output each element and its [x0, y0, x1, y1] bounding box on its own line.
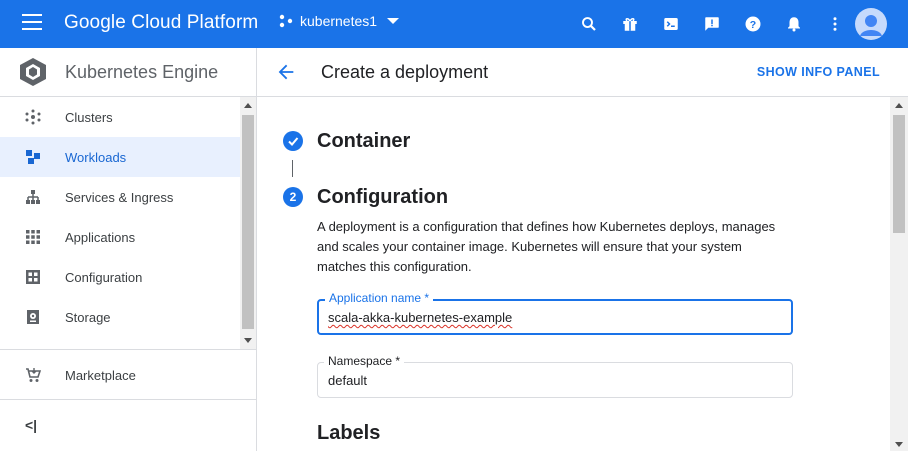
sidebar-item-label: Storage	[65, 309, 111, 325]
project-name: kubernetes1	[300, 13, 378, 29]
nav-list: Clusters Workloads Services & Ingress Ap…	[0, 97, 240, 349]
divider	[0, 349, 256, 350]
sidebar-item-services-ingress[interactable]: Services & Ingress	[0, 177, 240, 217]
page-header: Create a deployment SHOW INFO PANEL	[257, 48, 908, 97]
gift-icon[interactable]	[618, 12, 642, 36]
sidebar-item-label: Clusters	[65, 109, 113, 125]
step-number-badge: 2	[283, 187, 303, 207]
side-navigation: Kubernetes Engine Clusters Workloads Ser…	[0, 48, 257, 451]
workloads-icon	[25, 149, 41, 165]
product-header: Kubernetes Engine	[0, 48, 256, 97]
sidebar-item-marketplace[interactable]: Marketplace	[0, 355, 256, 395]
stepper-connector	[292, 160, 293, 177]
marketplace-cart-icon	[25, 367, 41, 383]
account-avatar[interactable]	[855, 8, 887, 40]
configuration-icon	[25, 269, 41, 285]
collapse-sidebar-icon[interactable]: <|	[25, 417, 37, 433]
sidebar-item-applications[interactable]: Applications	[0, 217, 240, 257]
sidebar-item-label: Applications	[65, 229, 136, 245]
scroll-up-icon[interactable]	[244, 103, 252, 108]
labels-heading: Labels	[317, 422, 381, 444]
step-container-title[interactable]: Container	[317, 130, 410, 153]
sidebar-item-workloads[interactable]: Workloads	[0, 137, 240, 177]
namespace-label: Namespace *	[324, 354, 405, 368]
search-icon[interactable]	[577, 12, 601, 36]
clusters-icon	[25, 109, 41, 125]
main-menu-icon[interactable]	[22, 14, 42, 34]
form-area: Container 2 Configuration A deployment i…	[257, 97, 890, 451]
step-configuration-title: Configuration	[317, 186, 449, 208]
top-app-bar: Google Cloud Platform kubernetes1 ?	[0, 0, 908, 48]
scroll-thumb[interactable]	[893, 115, 905, 233]
sidebar-item-storage[interactable]: Storage	[0, 297, 240, 337]
services-icon	[25, 189, 41, 205]
svg-text:?: ?	[750, 19, 756, 31]
sidebar-item-label: Services & Ingress	[65, 189, 174, 205]
chevron-down-icon	[387, 18, 400, 24]
namespace-field[interactable]: Namespace * default	[317, 354, 793, 398]
scroll-thumb[interactable]	[242, 115, 254, 329]
help-icon[interactable]: ?	[741, 12, 765, 36]
scroll-down-icon[interactable]	[244, 338, 252, 343]
divider	[0, 399, 256, 400]
storage-icon	[25, 309, 41, 325]
application-name-field[interactable]: Application name * scala-akka-kubernetes…	[317, 291, 793, 335]
sidebar-item-label: Configuration	[65, 269, 143, 285]
sidebar-scrollbar[interactable]	[240, 97, 256, 349]
back-arrow-icon[interactable]	[275, 61, 297, 83]
sidebar-item-configuration[interactable]: Configuration	[0, 257, 240, 297]
project-selector[interactable]: kubernetes1	[278, 13, 400, 29]
sidebar-item-clusters[interactable]: Clusters	[0, 97, 240, 137]
project-dots-icon	[279, 14, 293, 28]
brand-title[interactable]: Google Cloud Platform	[64, 12, 258, 34]
sidebar-item-label: Marketplace	[65, 367, 136, 383]
feedback-icon[interactable]	[700, 12, 724, 36]
application-name-label: Application name *	[325, 291, 434, 305]
product-title: Kubernetes Engine	[65, 61, 219, 82]
page-title: Create a deployment	[321, 62, 489, 82]
more-vert-icon[interactable]	[823, 12, 847, 36]
main-content: Create a deployment SHOW INFO PANEL Cont…	[257, 48, 908, 451]
scroll-down-icon[interactable]	[895, 442, 903, 447]
configuration-description: A deployment is a configuration that def…	[317, 219, 776, 274]
sidebar-item-label: Workloads	[65, 149, 127, 165]
step-complete-check-icon[interactable]	[283, 131, 303, 151]
notifications-icon[interactable]	[782, 12, 806, 36]
show-info-panel-button[interactable]: SHOW INFO PANEL	[757, 65, 880, 79]
scroll-up-icon[interactable]	[895, 103, 903, 108]
cloud-shell-icon[interactable]	[659, 12, 683, 36]
main-scrollbar[interactable]	[890, 97, 908, 451]
kubernetes-engine-logo-icon	[20, 58, 46, 86]
namespace-value[interactable]: default	[328, 373, 367, 388]
application-name-value[interactable]: scala-akka-kubernetes-example	[328, 310, 512, 325]
applications-icon	[25, 229, 41, 245]
